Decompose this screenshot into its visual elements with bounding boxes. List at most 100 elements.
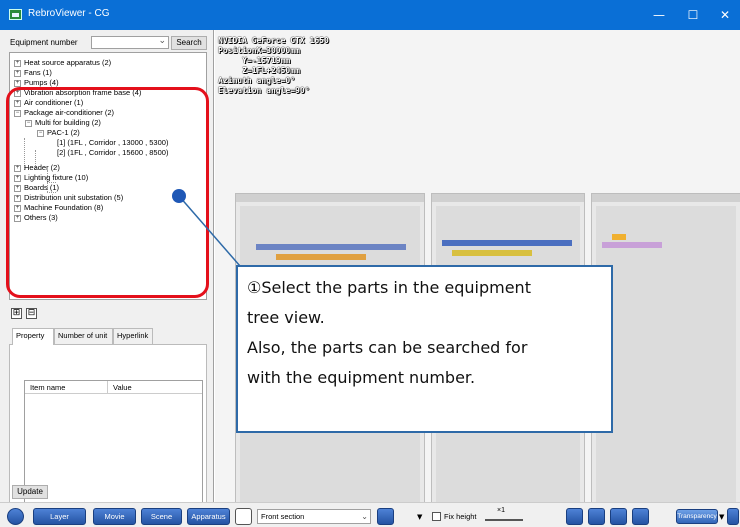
- viewport-stats: NVIDIA GeForce GTX 1650 PositionX=30000m…: [218, 36, 329, 96]
- callout-line: with the equipment number.: [247, 368, 476, 387]
- tree-item-label: Others (3): [24, 213, 58, 222]
- tree-item[interactable]: + Vibration absorption frame base (4): [14, 88, 141, 98]
- speed-label: ×1: [497, 507, 505, 514]
- collapse-all-button[interactable]: ⊟: [26, 308, 37, 319]
- tree-item[interactable]: − Package air-conditioner (2): [14, 108, 114, 118]
- tree-item[interactable]: + Lighting fixture (10): [14, 173, 88, 183]
- tree-item-label: Header (2): [24, 163, 60, 172]
- scene-label: Scene: [150, 512, 173, 521]
- column-header-item-name: Item name: [30, 383, 66, 392]
- tree-item[interactable]: + Others (3): [14, 213, 58, 223]
- dropdown-triangle-icon[interactable]: ▼: [417, 513, 422, 521]
- apparatus-button[interactable]: Apparatus: [187, 508, 230, 525]
- tree-item[interactable]: + Machine Foundation (8): [14, 203, 103, 213]
- tab-property[interactable]: Property: [12, 328, 54, 345]
- tree-item[interactable]: [1] (1FL , Corridor , 13000 , 5300): [57, 138, 168, 148]
- expand-icon[interactable]: +: [14, 89, 21, 97]
- expand-icon[interactable]: +: [14, 184, 21, 192]
- chevron-down-icon[interactable]: ⌄: [361, 510, 368, 523]
- equipment-number-label: Equipment number: [10, 38, 78, 47]
- azimuth-angle: Azimuth angle=0°: [218, 76, 296, 85]
- collapse-icon[interactable]: −: [25, 119, 32, 127]
- tree-item[interactable]: + Boards (1): [14, 183, 59, 193]
- tree-item[interactable]: + Air conditioner (1): [14, 98, 83, 108]
- scene-button[interactable]: Scene: [141, 508, 182, 525]
- tree-item[interactable]: [2] (1FL , Corridor , 15600 , 8500): [57, 148, 168, 158]
- tree-item-label: Boards (1): [24, 183, 60, 192]
- view-rotate-icon[interactable]: [632, 508, 649, 525]
- tree-item-label: Heat source apparatus (2): [24, 58, 112, 67]
- callout-line: ①Select the parts in the equipment: [247, 278, 531, 297]
- fix-height-label: Fix height: [444, 512, 477, 521]
- swap-arrows-icon[interactable]: [566, 508, 583, 525]
- tree-item-label: Multi for building (2): [35, 118, 101, 127]
- search-button[interactable]: Search: [171, 36, 207, 50]
- fix-height-checkbox[interactable]: [432, 512, 441, 521]
- tree-item[interactable]: − Multi for building (2): [25, 118, 101, 128]
- equipment-number-combo[interactable]: ⌄: [91, 36, 169, 49]
- chevron-down-icon[interactable]: ⌄: [158, 36, 166, 46]
- expand-icon[interactable]: +: [14, 164, 21, 172]
- layer-button[interactable]: Layer: [33, 508, 86, 525]
- close-button[interactable]: ✕: [716, 7, 734, 23]
- expand-all-button[interactable]: ⊞: [11, 308, 22, 319]
- position-z: Z=1FL+2450mm: [218, 66, 300, 75]
- duct: [612, 234, 626, 240]
- tree-item-label: [2] (1FL , Corridor , 15600 , 8500): [57, 148, 169, 157]
- tree-item-label: PAC-1 (2): [47, 128, 80, 137]
- tree-item-label: Lighting fixture (10): [24, 173, 89, 182]
- tab-hyperlink[interactable]: Hyperlink: [113, 328, 153, 344]
- duct: [276, 254, 366, 260]
- instruction-callout: ①Select the parts in the equipment tree …: [236, 265, 613, 433]
- tree-item[interactable]: + Header (2): [14, 163, 60, 173]
- expand-icon[interactable]: +: [14, 59, 21, 67]
- tree-item[interactable]: − PAC-1 (2): [37, 128, 80, 138]
- expand-icon[interactable]: +: [14, 174, 21, 182]
- movie-label: Movie: [104, 512, 125, 521]
- equipment-tree[interactable]: + Heat source apparatus (2) + Fans (1) + Pu…: [9, 52, 207, 300]
- tree-item[interactable]: + Pumps (4): [14, 78, 59, 88]
- callout-line: tree view.: [247, 308, 325, 327]
- movie-button[interactable]: Movie: [93, 508, 136, 525]
- layer-label: Layer: [50, 512, 69, 521]
- position-x: PositionX=30000mm: [218, 46, 300, 55]
- camera-icon[interactable]: [588, 508, 605, 525]
- expand-icon[interactable]: +: [14, 194, 21, 202]
- maximize-button[interactable]: ☐: [684, 7, 702, 23]
- print-icon[interactable]: [610, 508, 627, 525]
- pin-icon[interactable]: [727, 508, 739, 525]
- tree-item-label: Fans (1): [24, 68, 52, 77]
- enter-arrow-icon[interactable]: [377, 508, 394, 525]
- expand-icon[interactable]: +: [14, 69, 21, 77]
- tree-item-label: Distribution unit substation (5): [24, 193, 124, 202]
- tree-item[interactable]: + Heat source apparatus (2): [14, 58, 111, 68]
- duct: [256, 244, 406, 250]
- collapse-icon[interactable]: −: [37, 129, 44, 137]
- position-y: Y=-15719mm: [218, 56, 291, 65]
- duct: [602, 242, 662, 248]
- expand-icon[interactable]: +: [14, 214, 21, 222]
- expand-icon[interactable]: +: [14, 204, 21, 212]
- expand-icon[interactable]: +: [14, 99, 21, 107]
- speed-slider[interactable]: [485, 519, 523, 521]
- tree-item[interactable]: + Distribution unit substation (5): [14, 193, 123, 203]
- app-icon: [9, 9, 22, 20]
- tree-item-label: Machine Foundation (8): [24, 203, 104, 212]
- panel-toggle-icon[interactable]: [235, 508, 252, 525]
- section-select[interactable]: Front section ⌄: [257, 509, 371, 524]
- collapse-icon[interactable]: −: [14, 109, 21, 117]
- tree-item-label: Pumps (4): [24, 78, 59, 87]
- transparency-dropdown-icon[interactable]: ▼: [719, 513, 724, 521]
- transparency-button[interactable]: Transparency: [676, 509, 718, 524]
- property-grid[interactable]: Item name Value: [24, 380, 203, 507]
- window-title: RebroViewer - CG: [28, 8, 110, 19]
- equipment-panel: Equipment number ⌄ Search + Heat source a…: [0, 30, 214, 527]
- update-button[interactable]: Update: [12, 485, 48, 499]
- minimize-button[interactable]: —: [650, 7, 668, 23]
- settings-gear-icon[interactable]: [7, 508, 24, 525]
- duct: [452, 250, 532, 256]
- tab-number-of-unit[interactable]: Number of unit: [54, 328, 113, 344]
- expand-icon[interactable]: +: [14, 79, 21, 87]
- column-header-value: Value: [113, 383, 132, 392]
- tree-item[interactable]: + Fans (1): [14, 68, 52, 78]
